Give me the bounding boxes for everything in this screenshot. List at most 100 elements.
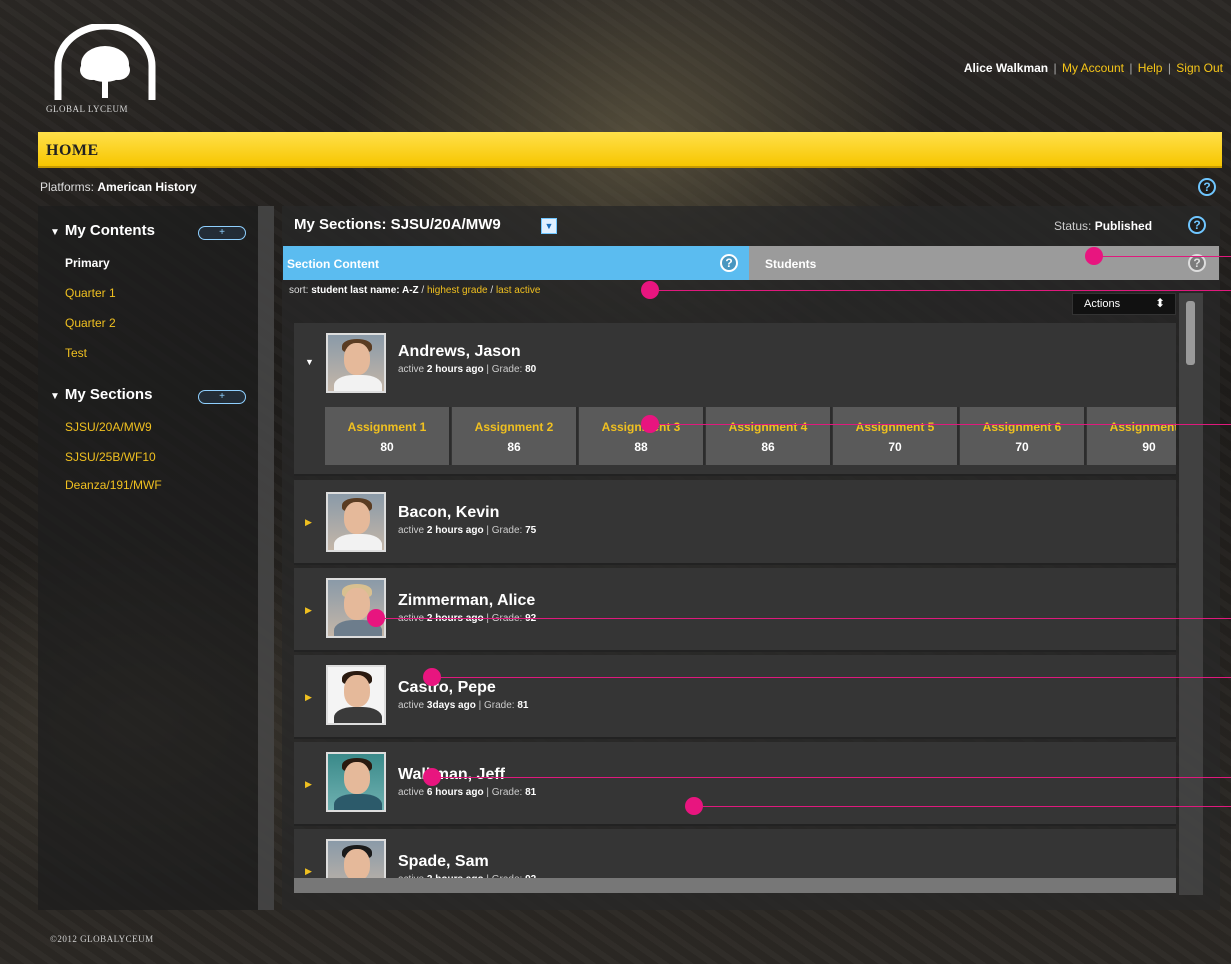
sidebar-item-quarter-2[interactable]: Quarter 2 <box>65 316 116 330</box>
student-name[interactable]: Spade, Sam <box>398 853 489 871</box>
avatar <box>326 665 386 725</box>
avatar <box>326 578 386 638</box>
annotation-line <box>694 806 1231 807</box>
platforms-label: Platforms: <box>40 180 95 194</box>
list-scrollbar[interactable] <box>1179 293 1203 895</box>
student-row[interactable]: ▶ Zimmerman, Alice active 2 hours ago | … <box>294 568 1176 652</box>
chevron-down-icon[interactable]: ▼ <box>541 218 557 234</box>
annotation-marker <box>641 415 659 433</box>
section-title: My Sections: SJSU/20A/MW9 <box>294 216 501 233</box>
assignment-grid: Assignment 1 80 Assignment 2 86 Assignment… <box>325 407 1176 465</box>
student-activity: active 2 hours ago | Grade: 75 <box>398 525 537 536</box>
link-separator: | <box>1167 61 1171 75</box>
actions-select[interactable]: Actions ⬍ <box>1072 293 1176 315</box>
student-name[interactable]: Andrews, Jason <box>398 343 521 361</box>
student-name[interactable]: Zimmerman, Alice <box>398 592 535 610</box>
student-activity: active 2 hours ago | Grade: 80 <box>398 364 537 375</box>
annotation-marker <box>423 768 441 786</box>
tab-section-content[interactable]: Section Content <box>283 246 749 280</box>
student-name[interactable]: Castro, Pepe <box>398 679 496 697</box>
student-row[interactable]: ▼ Andrews, Jason active 2 hours ago | Gr… <box>294 323 1176 476</box>
up-down-arrows-icon: ⬍ <box>1154 296 1165 310</box>
annotation-line <box>432 677 1231 678</box>
annotation-line <box>432 777 1231 778</box>
student-list: ▼ Andrews, Jason active 2 hours ago | Gr… <box>294 323 1176 893</box>
student-name[interactable]: Walkman, Jeff <box>398 766 505 784</box>
scrollbar-thumb[interactable] <box>1186 301 1195 365</box>
annotation-marker <box>641 281 659 299</box>
tab-students[interactable]: Students <box>749 246 1219 280</box>
assignment-cell[interactable]: Assignment 1 80 <box>325 407 451 465</box>
chevron-right-icon[interactable]: ▶ <box>305 605 312 616</box>
student-row[interactable]: ▶ Castro, Pepe active 3days ago | Grade:… <box>294 655 1176 739</box>
my-account-link[interactable]: My Account <box>1062 61 1124 75</box>
add-content-button[interactable]: + <box>198 226 246 240</box>
chevron-right-icon[interactable]: ▶ <box>305 517 312 528</box>
sign-out-link[interactable]: Sign Out <box>1176 61 1223 75</box>
help-icon[interactable]: ? <box>720 254 738 272</box>
sidebar: ▼ My Contents + Primary Quarter 1 Quarter… <box>38 206 274 910</box>
brand-name: GLOBAL LYCEUM <box>46 104 129 114</box>
sidebar-item-quarter-1[interactable]: Quarter 1 <box>65 286 116 300</box>
assignment-cell[interactable]: Assignment 3 88 <box>579 407 705 465</box>
sort-bar: sort: student last name: A-Z / highest g… <box>289 285 540 296</box>
annotation-line <box>1094 256 1231 257</box>
chevron-right-icon[interactable]: ▶ <box>305 692 312 703</box>
student-activity: active 3days ago | Grade: 81 <box>398 700 529 711</box>
sort-highest-grade[interactable]: highest grade <box>427 285 488 296</box>
tab-label: Students <box>765 257 817 271</box>
home-bar[interactable]: HOME <box>38 132 1222 168</box>
student-row[interactable]: ▶ Bacon, Kevin active 2 hours ago | Grad… <box>294 480 1176 565</box>
annotation-line <box>650 290 1231 291</box>
sidebar-item-primary[interactable]: Primary <box>65 256 110 270</box>
horizontal-scrollbar[interactable] <box>294 878 1176 893</box>
my-sections-header[interactable]: ▼ My Sections <box>50 386 152 403</box>
annotation-line <box>650 424 1231 425</box>
assignment-cell[interactable]: Assignment 2 86 <box>452 407 578 465</box>
chevron-down-icon: ▼ <box>50 227 60 238</box>
add-section-button[interactable]: + <box>198 390 246 404</box>
link-separator: | <box>1129 61 1133 75</box>
assignment-cell[interactable]: Assignment 4 86 <box>706 407 832 465</box>
assignment-cell[interactable]: Assignment 5 70 <box>833 407 959 465</box>
sort-current[interactable]: student last name: A-Z <box>311 285 418 296</box>
help-icon[interactable]: ? <box>1188 216 1206 234</box>
home-label: HOME <box>46 142 99 159</box>
sidebar-scrollbar[interactable] <box>258 206 274 910</box>
actions-label: Actions <box>1084 298 1121 310</box>
chevron-right-icon[interactable]: ▶ <box>305 866 312 877</box>
my-contents-header[interactable]: ▼ My Contents <box>50 222 155 239</box>
my-sections-title: My Sections <box>64 386 153 403</box>
help-link[interactable]: Help <box>1138 61 1163 75</box>
sidebar-item-sjsu-25b[interactable]: SJSU/25B/WF10 <box>65 450 156 464</box>
annotation-marker <box>1085 247 1103 265</box>
sort-separator: / <box>418 285 427 296</box>
avatar <box>326 333 386 393</box>
annotation-marker <box>423 668 441 686</box>
status-indicator: Status: Published <box>1054 219 1152 233</box>
user-name: Alice Walkman <box>963 61 1049 75</box>
assignment-cell[interactable]: Assignment 6 70 <box>960 407 1086 465</box>
status-value: Published <box>1094 219 1153 233</box>
platforms-breadcrumb: Platforms: American History <box>40 180 197 194</box>
platforms-value: American History <box>97 180 197 194</box>
student-name[interactable]: Bacon, Kevin <box>398 504 499 522</box>
chevron-down-icon[interactable]: ▼ <box>305 357 314 367</box>
avatar <box>326 492 386 552</box>
global-lyceum-logo[interactable]: GLOBAL LYCEUM <box>46 24 166 120</box>
sort-prefix: sort: <box>289 285 309 296</box>
assignment-cell[interactable]: Assignment 790 <box>1087 407 1176 465</box>
chevron-right-icon[interactable]: ▶ <box>305 779 312 790</box>
help-icon[interactable]: ? <box>1198 178 1216 196</box>
tab-label: Section Content <box>287 257 379 271</box>
chevron-down-icon: ▼ <box>50 391 60 402</box>
sidebar-item-deanza-191[interactable]: Deanza/191/MWF <box>65 478 162 492</box>
sort-separator: / <box>487 285 496 296</box>
annotation-marker <box>367 609 385 627</box>
avatar <box>326 752 386 812</box>
account-links: Alice Walkman | My Account | Help | Sign… <box>964 61 1223 75</box>
sidebar-item-test[interactable]: Test <box>65 346 87 360</box>
sidebar-item-sjsu-20a[interactable]: SJSU/20A/MW9 <box>65 420 152 434</box>
student-activity: active 6 hours ago | Grade: 81 <box>398 787 537 798</box>
sort-last-active[interactable]: last active <box>496 285 540 296</box>
